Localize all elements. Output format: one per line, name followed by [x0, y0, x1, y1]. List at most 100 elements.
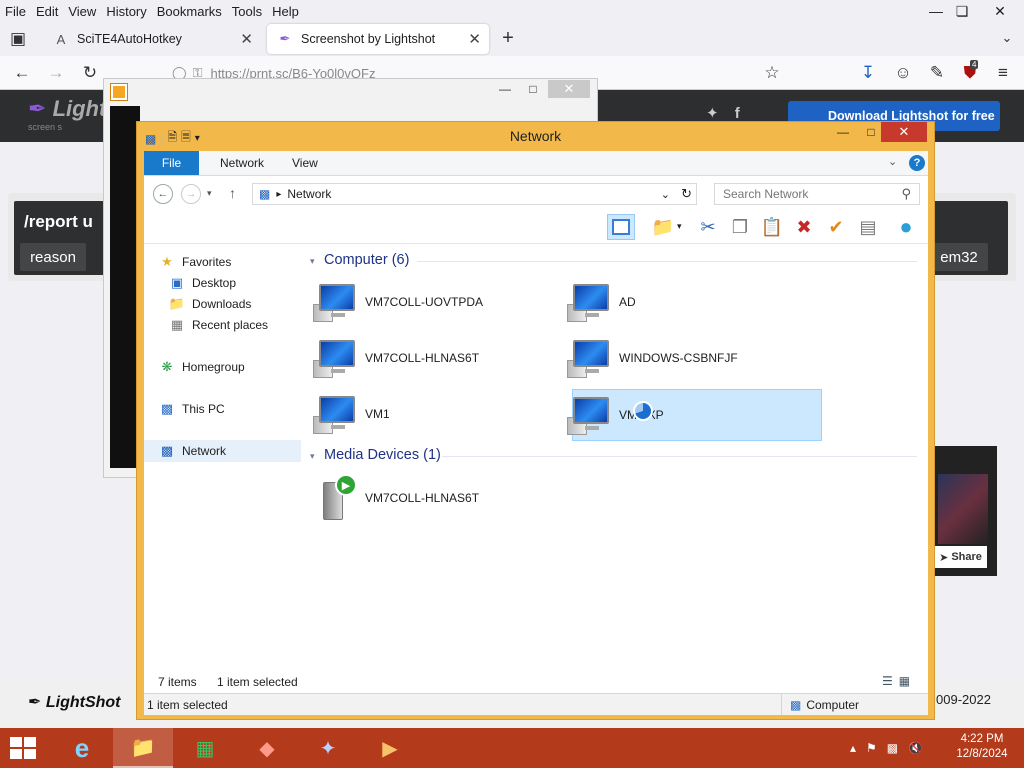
computer-item[interactable]: VM7COLL-UOVTPDA [313, 276, 563, 328]
internet-explorer-icon[interactable]: e [52, 728, 112, 768]
tab-label: SciTE4AutoHotkey [77, 32, 182, 46]
explorer-close-button[interactable]: ✕ [881, 122, 927, 142]
flag-icon[interactable]: ⚑ [866, 741, 877, 755]
item32-chip[interactable]: em32 [930, 243, 988, 271]
help-icon[interactable]: ? [909, 155, 925, 171]
refresh-icon[interactable]: ↻ [681, 186, 692, 202]
group-divider [417, 261, 917, 262]
logo-subtitle: screen s [28, 122, 63, 132]
nav-homegroup[interactable]: ❋ Homegroup [158, 357, 245, 377]
group-media-header[interactable]: ▾ Media Devices (1) [310, 447, 441, 463]
browser-close-button[interactable]: ✕ [980, 0, 1020, 22]
toolbar-dropdown-icon[interactable]: ▾ [677, 221, 682, 232]
list-tabs-icon[interactable]: ⌄ [996, 27, 1018, 49]
large-icons-view-icon[interactable]: ▦ [899, 674, 910, 688]
computer-item[interactable]: VM7COLL-HLNAS6T [313, 332, 563, 384]
group-computer-header[interactable]: ▾ Computer (6) [310, 252, 409, 268]
ribbon-tab-file[interactable]: File [144, 151, 199, 175]
nav-desktop[interactable]: ▣ Desktop [168, 273, 236, 293]
thumbnail-image[interactable] [938, 474, 988, 544]
share-button[interactable]: ➤ Share [934, 546, 987, 568]
computer-item-selected[interactable]: VM1-XP [567, 389, 822, 441]
twitter-icon[interactable]: ✦ [706, 105, 719, 122]
video-maximize-button[interactable]: □ [518, 80, 548, 98]
recent-locations-icon[interactable]: ▾ [207, 188, 212, 199]
firefox-view-icon[interactable]: ▣ [7, 28, 29, 50]
zone-indicator: ▩ Computer [781, 694, 928, 715]
item-count: 7 items [158, 675, 197, 689]
nav-network[interactable]: ▩ Network [158, 441, 226, 461]
menu-bookmarks[interactable]: Bookmarks [152, 4, 227, 19]
up-icon[interactable]: ↑ [229, 185, 236, 201]
share-icon: ➤ [939, 551, 949, 564]
forward-icon[interactable]: → [45, 62, 67, 84]
computer-item[interactable]: WINDOWS-CSBNFJF [567, 332, 817, 384]
video-close-button[interactable]: ✕ [548, 80, 590, 98]
new-tab-icon[interactable]: + [497, 27, 519, 49]
autohotkey-icon[interactable]: ◆ [237, 728, 297, 768]
bird-app-icon[interactable]: ✦ [298, 728, 358, 768]
preview-pane-icon[interactable] [607, 214, 635, 240]
folder-check-icon[interactable]: 📁 [649, 214, 677, 240]
back-icon[interactable]: ← [153, 184, 173, 204]
computer-item[interactable]: VM1 [313, 388, 563, 440]
start-button[interactable] [10, 737, 36, 759]
back-icon[interactable]: ← [11, 62, 33, 84]
address-bar[interactable]: ▩ ▸ Network ⌄ ↻ [252, 183, 697, 205]
nav-recent-places[interactable]: ▦ Recent places [168, 315, 268, 335]
forward-icon[interactable]: → [181, 184, 201, 204]
browser-restore-button[interactable]: ❏ [942, 0, 982, 22]
delete-icon[interactable]: ✖ [790, 214, 818, 240]
menu-tools[interactable]: Tools [227, 4, 267, 19]
menu-edit[interactable]: Edit [31, 4, 63, 19]
search-input[interactable]: Search Network ⚲ [714, 183, 920, 205]
ribbon-tab-view[interactable]: View [278, 151, 332, 175]
menu-view[interactable]: View [63, 4, 101, 19]
clock-date: 12/8/2024 [956, 748, 1008, 760]
reason-chip[interactable]: reason [20, 243, 86, 271]
tray-expand-icon[interactable]: ▴ [850, 741, 856, 755]
cut-icon[interactable]: ✂ [694, 214, 722, 240]
explorer-minimize-button[interactable]: — [829, 122, 857, 142]
rename-icon[interactable]: ▤ [854, 214, 882, 240]
video-minimize-button[interactable]: — [490, 80, 520, 98]
close-tab-icon[interactable]: ✕ [468, 30, 481, 48]
details-bar: 1 item selected ▩ Computer [144, 693, 928, 715]
downloads-icon[interactable]: ↧ [857, 62, 879, 84]
account-icon[interactable]: ☺ [892, 62, 914, 84]
extensions-icon[interactable]: ✎ [926, 62, 948, 84]
details-view-icon[interactable]: ☰ [882, 674, 893, 688]
tab-scite[interactable]: A SciTE4AutoHotkey ✕ [43, 24, 261, 54]
footer-logo[interactable]: ✒ LightShot [28, 692, 121, 712]
social-icons: ✦ f [706, 104, 740, 122]
media-player-taskbar-icon[interactable]: ▶ [360, 728, 420, 768]
taskbar-clock[interactable]: 4:22 PM 12/8/2024 [952, 732, 1012, 762]
media-device-item[interactable]: ▶ VM7COLL-HLNAS6T [313, 470, 563, 526]
paste-icon[interactable]: 📋 [758, 214, 786, 240]
nav-downloads[interactable]: 📁 Downloads [168, 294, 251, 314]
copy-icon[interactable]: ❐ [726, 214, 754, 240]
nav-favorites[interactable]: ★ Favorites [158, 252, 231, 272]
app-menu-icon[interactable]: ≡ [992, 62, 1014, 84]
network-tray-icon[interactable]: ▩ [887, 741, 898, 755]
menu-help[interactable]: Help [267, 4, 304, 19]
network-globe-icon[interactable]: ● [892, 214, 920, 240]
menu-history[interactable]: History [101, 4, 151, 19]
ribbon-tab-network[interactable]: Network [206, 151, 278, 175]
tab-lightshot[interactable]: ✒ Screenshot by Lightshot ✕ [267, 24, 489, 54]
store-icon[interactable]: ▦ [175, 728, 235, 768]
nav-this-pc[interactable]: ▩ This PC [158, 399, 225, 419]
bookmark-star-icon[interactable]: ☆ [761, 62, 783, 84]
volume-muted-icon[interactable]: 🔇 [908, 741, 923, 755]
file-explorer-taskbar-icon[interactable]: 📁 [113, 728, 173, 768]
menu-file[interactable]: File [0, 4, 31, 19]
facebook-icon[interactable]: f [735, 105, 740, 122]
reload-icon[interactable]: ↻ [79, 62, 101, 84]
checkmark-icon[interactable]: ✔ [822, 214, 850, 240]
ribbon-expand-icon[interactable]: ⌄ [888, 155, 897, 168]
close-tab-icon[interactable]: ✕ [240, 30, 253, 48]
address-dropdown-icon[interactable]: ⌄ [661, 188, 670, 201]
computer-item[interactable]: AD [567, 276, 817, 328]
lightshot-logo[interactable]: ✒ Light screen s [28, 96, 106, 132]
play-icon: ▶ [335, 474, 357, 496]
